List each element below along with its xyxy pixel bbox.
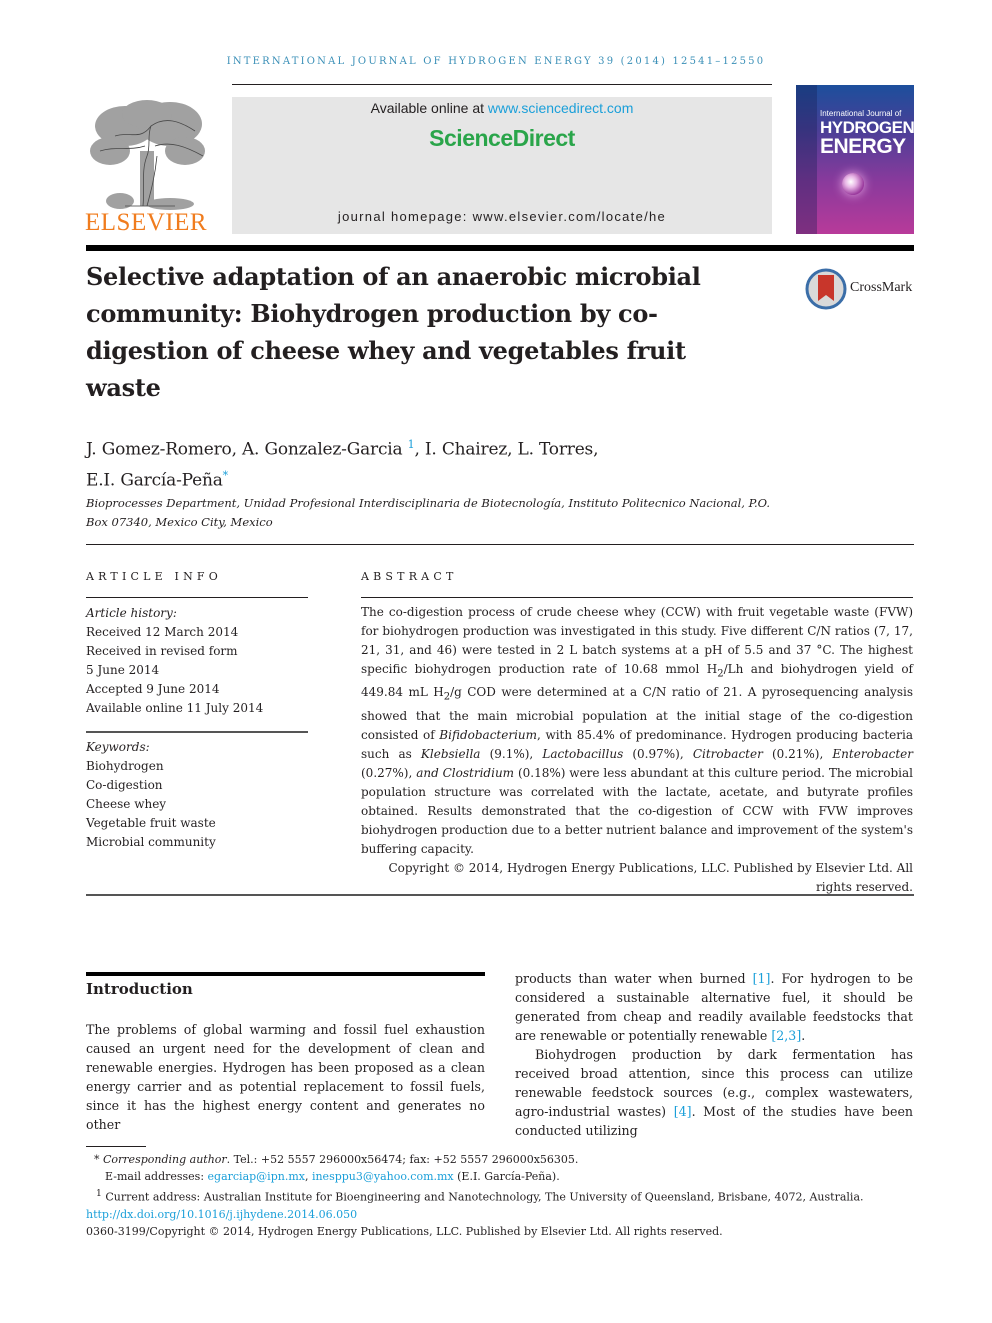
doi-link[interactable]: http://dx.doi.org/10.1016/j.ijhydene.201…	[86, 1208, 357, 1221]
history-item: Received in revised form	[86, 644, 238, 658]
history-item: Available online 11 July 2014	[86, 701, 264, 715]
author-list: J. Gomez-Romero, A. Gonzalez-Garcia 1, I…	[86, 438, 599, 491]
introduction-left-column: The problems of global warming and fossi…	[86, 1020, 485, 1134]
crossmark-badge[interactable]: CrossMark	[805, 268, 920, 310]
available-online-text: Available online at www.sciencedirect.co…	[370, 100, 634, 116]
running-head: INTERNATIONAL JOURNAL OF HYDROGEN ENERGY…	[226, 56, 766, 67]
introduction-right-column: products than water when burned [1]. For…	[515, 969, 913, 1140]
abstract-rule	[361, 597, 913, 598]
sciencedirect-logo: ScienceDirect	[429, 125, 575, 151]
email-note: E-mail addresses: egarciap@ipn.mx, inesp…	[105, 1170, 560, 1183]
cover-side-strip	[796, 85, 817, 234]
citation-link[interactable]: [2,3]	[771, 1028, 801, 1043]
abstract-paragraph: The co-digestion process of crude cheese…	[361, 605, 914, 856]
abstract-copyright: Copyright © 2014, Hydrogen Energy Public…	[388, 860, 913, 894]
history-item: Accepted 9 June 2014	[86, 682, 220, 696]
header-thick-rule	[86, 245, 914, 251]
keyword-item: Co-digestion	[86, 778, 163, 792]
sciencedirect-link[interactable]: www.sciencedirect.com	[488, 100, 634, 116]
header-rule	[232, 84, 772, 85]
citation-link[interactable]: [4]	[674, 1104, 692, 1119]
keyword-item: Cheese whey	[86, 797, 167, 811]
article-title: Selective adaptation of an anaerobic mic…	[86, 262, 701, 402]
introduction-heading: Introduction	[86, 980, 193, 998]
corresponding-author-note: * Corresponding author. Tel.: +52 5557 2…	[94, 1153, 579, 1166]
current-address-note: 1 Current address: Australian Institute …	[96, 1188, 864, 1204]
citation-link[interactable]: [1]	[753, 971, 771, 986]
cover-title-line1: International Journal of	[820, 109, 902, 118]
corresponding-author-mark[interactable]: *	[223, 469, 229, 482]
article-info-rule	[86, 597, 308, 598]
email-link[interactable]: inesppu3@yahoo.com.mx	[312, 1170, 454, 1183]
email-link[interactable]: egarciap@ipn.mx	[208, 1170, 305, 1183]
footnotes: * Corresponding author. Tel.: +52 5557 2…	[86, 1151, 914, 1240]
article-info-heading: ARTICLE INFO	[86, 570, 222, 583]
history-item: Received 12 March 2014	[86, 625, 239, 639]
elsevier-wordmark: ELSEVIER	[85, 209, 208, 236]
abstract-heading: ABSTRACT	[361, 570, 458, 583]
keyword-item: Microbial community	[86, 835, 216, 849]
sciencedirect-banner: Available online at www.sciencedirect.co…	[232, 97, 772, 234]
keywords-label: Keywords:	[86, 740, 150, 754]
body-paragraph: products than water when burned [1]. For…	[515, 971, 913, 1043]
article-history: Article history: Received 12 March 2014 …	[86, 604, 308, 718]
affiliation-rule	[86, 544, 914, 545]
article-history-label: Article history:	[86, 606, 177, 620]
crossmark-icon	[805, 268, 847, 310]
introduction-bar	[86, 972, 485, 976]
journal-cover-image: International Journal of HYDROGEN ENERGY	[796, 85, 914, 234]
front-matter-rule	[86, 894, 914, 896]
body-paragraph: The problems of global warming and fossi…	[86, 1022, 485, 1132]
cover-orb-graphic	[842, 173, 864, 195]
crossmark-label: CrossMark	[850, 280, 913, 295]
issn-copyright: 0360-3199/Copyright © 2014, Hydrogen Ene…	[86, 1224, 723, 1238]
body-paragraph: Biohydrogen production by dark fermentat…	[515, 1047, 914, 1138]
affiliation: Bioprocesses Department, Unidad Profesio…	[86, 496, 771, 529]
keyword-item: Biohydrogen	[86, 759, 164, 773]
keyword-item: Vegetable fruit waste	[86, 816, 216, 830]
history-item: 5 June 2014	[86, 663, 160, 677]
journal-homepage[interactable]: journal homepage: www.elsevier.com/locat…	[232, 209, 772, 224]
abstract-body: The co-digestion process of crude cheese…	[361, 603, 913, 897]
cover-title-line3: ENERGY	[820, 135, 906, 158]
doi-line: http://dx.doi.org/10.1016/j.ijhydene.201…	[86, 1206, 914, 1223]
footnote-rule	[86, 1146, 146, 1147]
keywords-rule	[86, 731, 308, 733]
keywords: Keywords: Biohydrogen Co-digestion Chees…	[86, 738, 308, 852]
